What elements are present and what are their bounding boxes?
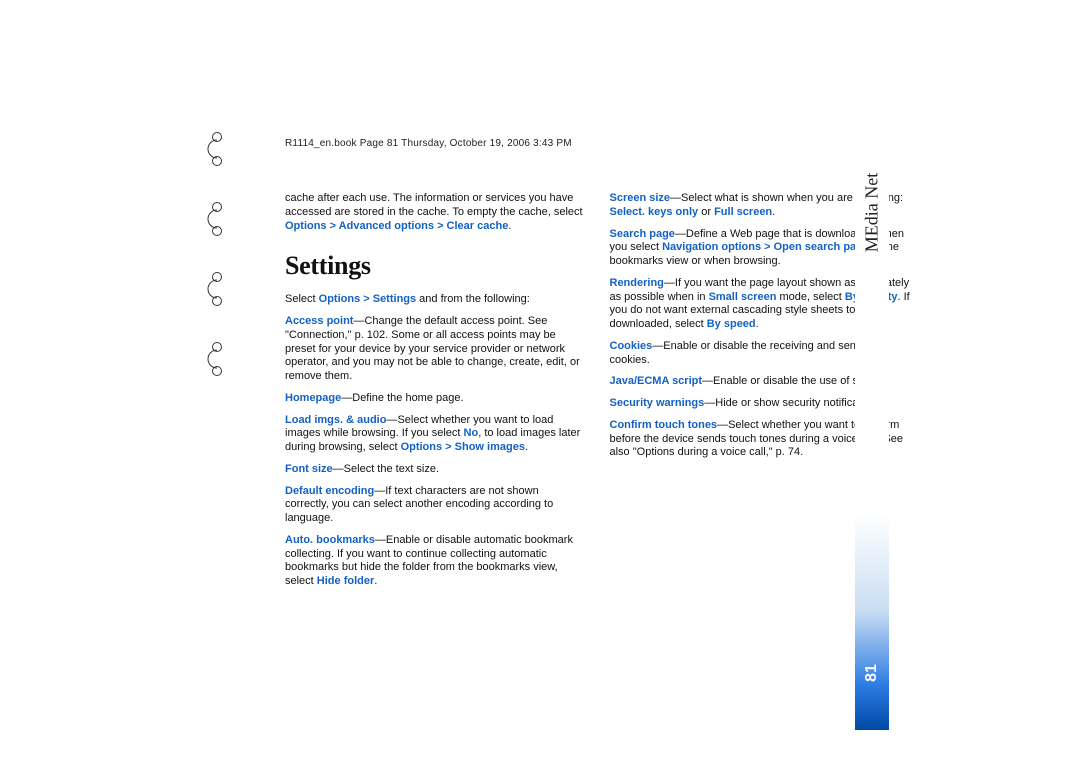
side-tab: MEdia Net 81 — [855, 190, 889, 730]
content-columns: cache after each use. The information or… — [285, 192, 910, 597]
para-default-encoding: Default encoding—If text characters are … — [285, 485, 586, 526]
page-header-meta: R1114_en.book Page 81 Thursday, October … — [285, 138, 889, 149]
binder-holes — [206, 132, 246, 412]
manual-page: R1114_en.book Page 81 Thursday, October … — [0, 0, 1080, 763]
section-label: MEdia Net — [862, 173, 883, 252]
left-column: cache after each use. The information or… — [285, 192, 586, 597]
heading-settings: Settings — [285, 251, 586, 281]
page-number: 81 — [863, 664, 881, 682]
para-font-size: Font size—Select the text size. — [285, 463, 586, 477]
para-auto-bookmarks: Auto. bookmarks—Enable or disable automa… — [285, 534, 586, 589]
para-homepage: Homepage—Define the home page. — [285, 392, 586, 406]
para-load-imgs: Load imgs. & audio—Select whether you wa… — [285, 414, 586, 455]
para-select-options: Select Options > Settings and from the f… — [285, 293, 586, 307]
para-access-point: Access point—Change the default access p… — [285, 315, 586, 384]
para-cache: cache after each use. The information or… — [285, 192, 586, 233]
